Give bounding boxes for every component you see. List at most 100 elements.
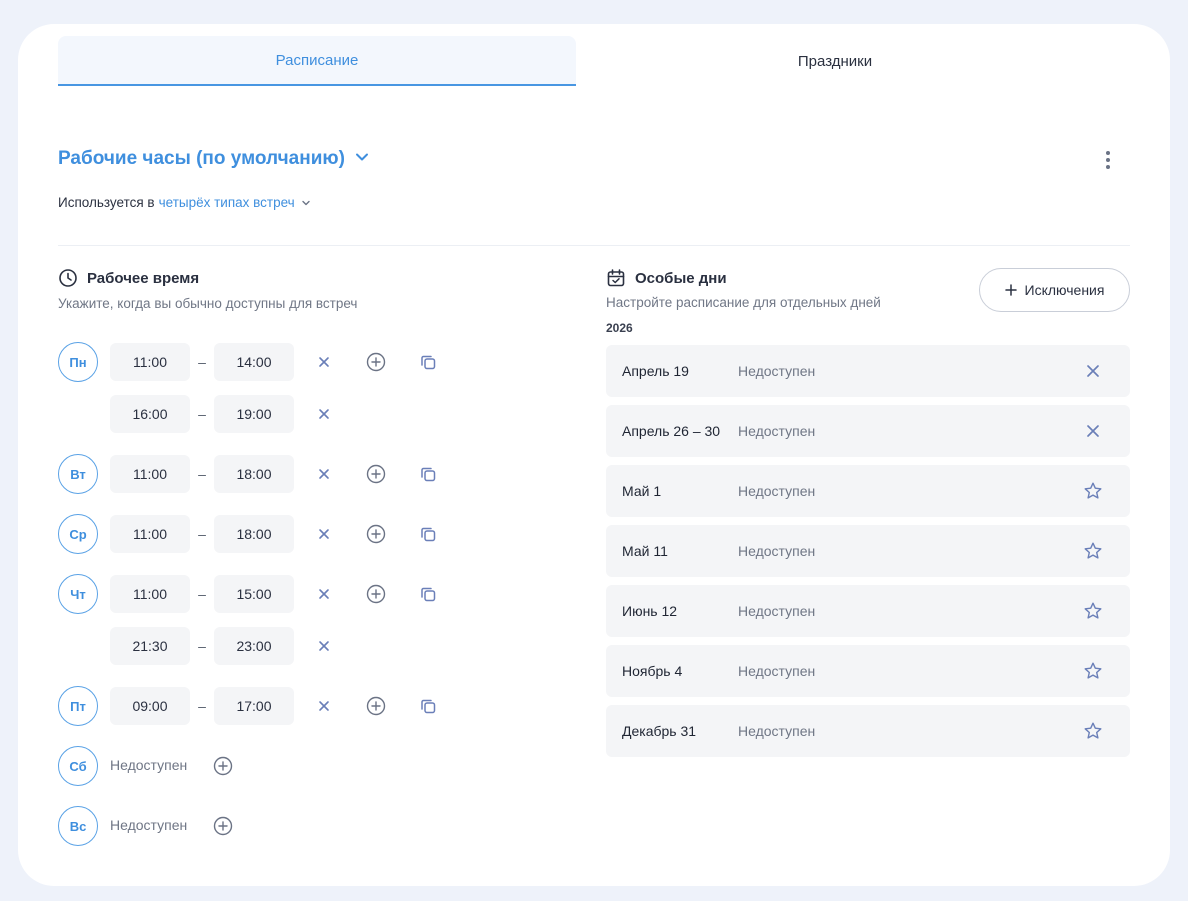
remove-slot-icon[interactable] <box>311 581 337 607</box>
year-label: 2026 <box>606 321 633 335</box>
day-badge-1[interactable]: Вт <box>58 454 98 494</box>
time-from-input[interactable]: 16:00 <box>110 395 190 433</box>
special-day-row[interactable]: Июнь 12 Недоступен <box>606 585 1130 637</box>
clock-icon <box>59 269 77 287</box>
time-range-dash: – <box>198 354 206 370</box>
event-types-link-label: четырёх типах встреч <box>158 195 295 210</box>
day-badge-4[interactable]: Пт <box>58 686 98 726</box>
star-icon[interactable] <box>1080 538 1106 564</box>
working-time-header: Рабочее время <box>58 268 199 288</box>
special-day-status: Недоступен <box>738 663 816 679</box>
tab-schedule[interactable]: Расписание <box>58 36 576 86</box>
used-in-prefix: Используется в <box>58 195 155 210</box>
day-badge-3[interactable]: Чт <box>58 574 98 614</box>
time-from-input[interactable]: 11:00 <box>110 515 190 553</box>
day-unavailable-label: Недоступен <box>110 757 188 773</box>
working-time-subtitle: Укажите, когда вы обычно доступны для вс… <box>58 296 358 311</box>
remove-slot-icon[interactable] <box>311 693 337 719</box>
special-day-row[interactable]: Декабрь 31 Недоступен <box>606 705 1130 757</box>
time-from-input[interactable]: 09:00 <box>110 687 190 725</box>
special-day-status: Недоступен <box>738 723 816 739</box>
star-icon[interactable] <box>1080 718 1106 744</box>
copy-slot-icon[interactable] <box>415 461 441 487</box>
time-to-input[interactable]: 15:00 <box>214 575 294 613</box>
special-day-row[interactable]: Ноябрь 4 Недоступен <box>606 645 1130 697</box>
special-day-date: Ноябрь 4 <box>622 663 683 679</box>
close-icon[interactable] <box>1080 418 1106 444</box>
time-to-input[interactable]: 17:00 <box>214 687 294 725</box>
time-from-input[interactable]: 11:00 <box>110 575 190 613</box>
copy-slot-icon[interactable] <box>415 693 441 719</box>
used-in-info: Используется в четырёх типах встреч <box>58 195 311 210</box>
copy-slot-icon[interactable] <box>415 521 441 547</box>
day-badge-0[interactable]: Пн <box>58 342 98 382</box>
special-day-date: Декабрь 31 <box>622 723 697 739</box>
add-slot-icon[interactable] <box>363 521 389 547</box>
working-time-title: Рабочее время <box>87 269 200 287</box>
time-range-dash: – <box>198 638 206 654</box>
time-from-input[interactable]: 21:30 <box>110 627 190 665</box>
special-days-header: Особые дни <box>606 268 727 288</box>
special-day-date: Май 1 <box>622 483 662 499</box>
special-day-row[interactable]: Май 11 Недоступен <box>606 525 1130 577</box>
copy-slot-icon[interactable] <box>415 349 441 375</box>
schedule-title: Рабочие часы (по умолчанию) <box>58 148 345 169</box>
close-icon[interactable] <box>1080 358 1106 384</box>
time-from-input[interactable]: 11:00 <box>110 343 190 381</box>
add-exceptions-label: Исключения <box>1024 282 1105 298</box>
add-slot-icon[interactable] <box>210 753 236 779</box>
special-day-date: Апрель 26 – 30 <box>622 423 721 439</box>
chevron-down-icon <box>302 200 310 205</box>
copy-slot-icon[interactable] <box>415 581 441 607</box>
time-range-dash: – <box>198 586 206 602</box>
schedule-selector[interactable]: Рабочие часы (по умолчанию) <box>58 148 369 170</box>
special-day-status: Недоступен <box>738 423 816 439</box>
time-range-dash: – <box>198 466 206 482</box>
add-slot-icon[interactable] <box>363 349 389 375</box>
add-slot-icon[interactable] <box>363 693 389 719</box>
star-icon[interactable] <box>1080 478 1106 504</box>
plus-icon <box>1004 284 1017 296</box>
special-day-status: Недоступен <box>738 483 816 499</box>
calendar-check-icon <box>607 269 625 287</box>
star-icon[interactable] <box>1080 658 1106 684</box>
schedule-card: Расписание Праздники Рабочие часы (по ум… <box>18 24 1170 886</box>
time-to-input[interactable]: 23:00 <box>214 627 294 665</box>
day-badge-6[interactable]: Вс <box>58 806 98 846</box>
more-options-icon[interactable] <box>1096 148 1120 172</box>
day-badge-5[interactable]: Сб <box>58 746 98 786</box>
special-day-row[interactable]: Май 1 Недоступен <box>606 465 1130 517</box>
remove-slot-icon[interactable] <box>311 521 337 547</box>
remove-slot-icon[interactable] <box>311 633 337 659</box>
special-days-subtitle: Настройте расписание для отдельных дней <box>606 295 881 310</box>
remove-slot-icon[interactable] <box>311 401 337 427</box>
special-day-status: Недоступен <box>738 603 816 619</box>
time-range-dash: – <box>198 698 206 714</box>
special-day-row[interactable]: Апрель 26 – 30 Недоступен <box>606 405 1130 457</box>
special-days-title: Особые дни <box>635 269 727 287</box>
special-day-status: Недоступен <box>738 363 816 379</box>
add-exceptions-button[interactable]: Исключения <box>979 268 1130 312</box>
remove-slot-icon[interactable] <box>311 349 337 375</box>
event-types-link[interactable]: четырёх типах встреч <box>159 195 311 210</box>
day-unavailable-label: Недоступен <box>110 817 188 833</box>
add-slot-icon[interactable] <box>363 581 389 607</box>
time-to-input[interactable]: 18:00 <box>214 455 294 493</box>
divider <box>58 245 1130 246</box>
special-day-date: Апрель 19 <box>622 363 689 379</box>
special-day-status: Недоступен <box>738 543 816 559</box>
time-to-input[interactable]: 14:00 <box>214 343 294 381</box>
special-day-row[interactable]: Апрель 19 Недоступен <box>606 345 1130 397</box>
star-icon[interactable] <box>1080 598 1106 624</box>
time-from-input[interactable]: 11:00 <box>110 455 190 493</box>
time-range-dash: – <box>198 526 206 542</box>
special-day-date: Июнь 12 <box>622 603 678 619</box>
chevron-down-icon <box>355 148 369 170</box>
tab-holidays[interactable]: Праздники <box>576 36 1094 86</box>
day-badge-2[interactable]: Ср <box>58 514 98 554</box>
time-to-input[interactable]: 18:00 <box>214 515 294 553</box>
add-slot-icon[interactable] <box>363 461 389 487</box>
time-to-input[interactable]: 19:00 <box>214 395 294 433</box>
remove-slot-icon[interactable] <box>311 461 337 487</box>
add-slot-icon[interactable] <box>210 813 236 839</box>
